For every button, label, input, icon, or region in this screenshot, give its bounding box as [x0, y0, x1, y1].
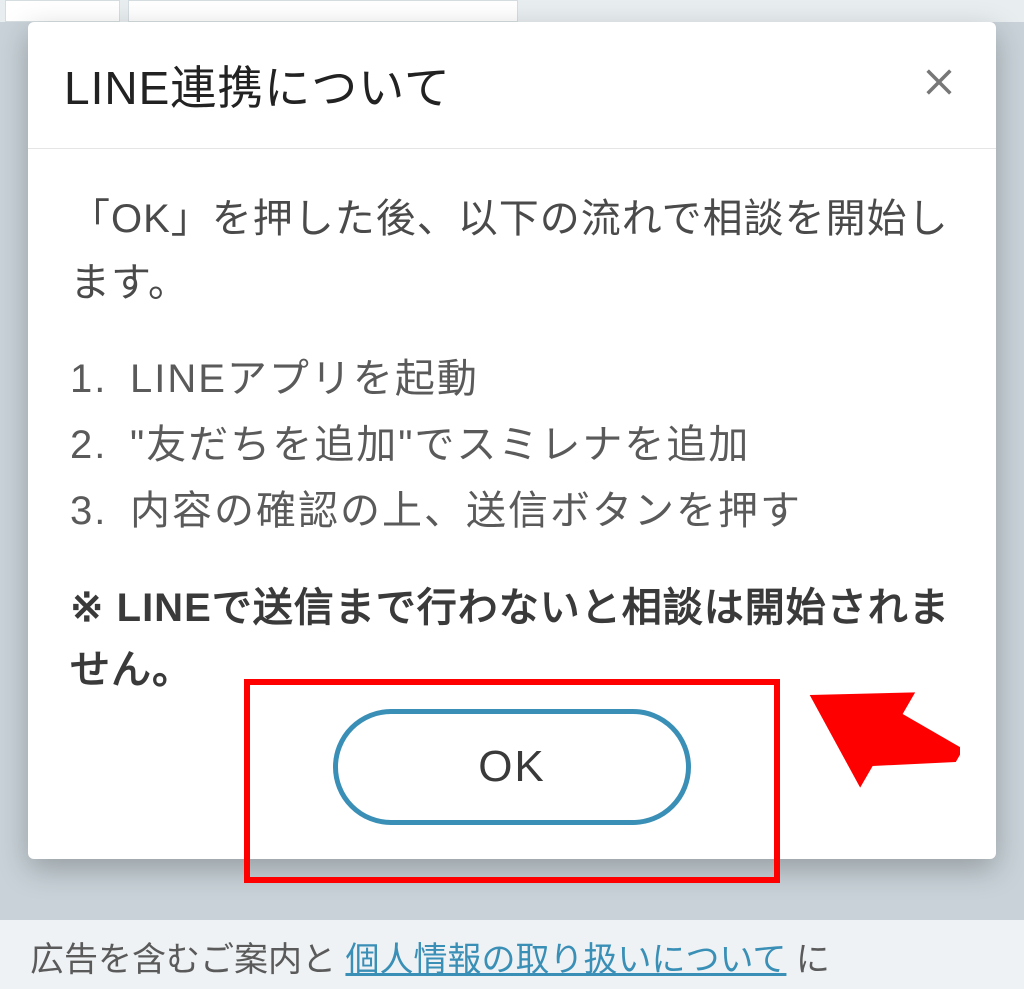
modal-title: LINE連携について — [64, 52, 451, 118]
privacy-link[interactable]: 個人情報の取り扱いについて — [345, 941, 786, 979]
backdrop-footer-text: 広告を含むご案内と 個人情報の取り扱いについて に — [0, 920, 1024, 989]
modal-header: LINE連携について — [28, 22, 996, 149]
button-area: OK — [70, 709, 954, 825]
footer-text-left: 広告を含むご案内と — [30, 941, 336, 979]
annotation-highlight-box — [244, 679, 780, 883]
arrow-icon — [798, 665, 960, 805]
steps-list: 1.LINEアプリを起動 2."友だちを追加"でスミレナを追加 3.内容の確認の… — [70, 347, 954, 543]
step-text: LINEアプリを起動 — [130, 357, 479, 401]
list-item: 1.LINEアプリを起動 — [70, 347, 954, 411]
step-number: 3. — [70, 479, 130, 543]
list-item: 3.内容の確認の上、送信ボタンを押す — [70, 479, 954, 543]
footer-text-right: に — [796, 941, 830, 979]
modal-body: 「OK」を押した後、以下の流れで相談を開始します。 1.LINEアプリを起動 2… — [28, 149, 996, 835]
line-integration-modal: LINE連携について 「OK」を押した後、以下の流れで相談を開始します。 1.L… — [28, 22, 996, 859]
backdrop-top-strip — [0, 0, 1024, 22]
step-number: 2. — [70, 413, 130, 477]
close-button[interactable] — [918, 61, 960, 110]
app-backdrop: LINE連携について 「OK」を押した後、以下の流れで相談を開始します。 1.L… — [0, 0, 1024, 989]
intro-text: 「OK」を押した後、以下の流れで相談を開始します。 — [70, 187, 954, 315]
step-number: 1. — [70, 347, 130, 411]
step-text: "友だちを追加"でスミレナを追加 — [130, 423, 750, 467]
list-item: 2."友だちを追加"でスミレナを追加 — [70, 413, 954, 477]
step-text: 内容の確認の上、送信ボタンを押す — [130, 489, 802, 533]
close-icon — [922, 65, 956, 99]
annotation-arrow — [798, 665, 960, 824]
